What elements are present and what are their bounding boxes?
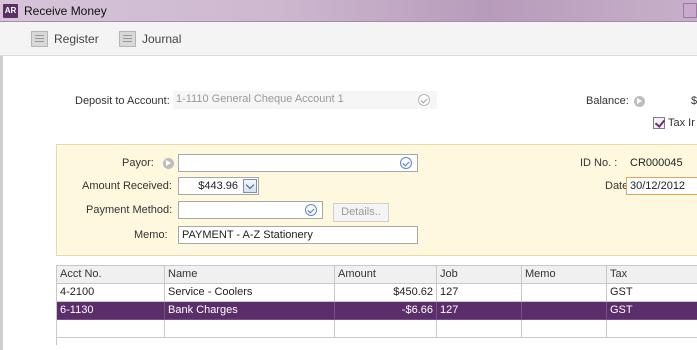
payment-method-dropdown-icon[interactable] (305, 204, 317, 216)
deposit-account-field[interactable]: 1-1110 General Cheque Account 1 (173, 91, 437, 109)
column-header-job[interactable]: Job (437, 266, 522, 284)
date-field[interactable]: 30/12/2012 (626, 177, 697, 195)
payment-method-label: Payment Method: (86, 204, 173, 216)
deposit-account-value: 1-1110 General Cheque Account 1 (176, 93, 344, 105)
cell-amount[interactable]: $450.62 (335, 284, 437, 302)
journal-button[interactable]: Journal (119, 31, 181, 47)
cell-memo[interactable] (522, 320, 607, 338)
toolbar: Register Journal (0, 22, 697, 56)
amount-received-label: Amount Received: (82, 180, 172, 192)
balance-label: Balance: (586, 95, 629, 107)
window-left-edge (0, 56, 3, 350)
register-label: Register (54, 32, 99, 46)
table-row-selected[interactable]: 6-1130 Bank Charges -$6.66 127 GST (57, 302, 697, 320)
table-header-row: Acct No. Name Amount Job Memo Tax (57, 266, 697, 284)
cell-job[interactable]: 127 (437, 302, 522, 320)
app-logo-icon: AR (3, 4, 18, 18)
cell-memo[interactable] (522, 302, 607, 320)
memo-label: Memo: (134, 229, 168, 241)
tax-inclusive-label: Tax Ir (668, 117, 695, 129)
register-icon (31, 31, 48, 47)
journal-label: Journal (142, 32, 182, 46)
amount-dropdown-button[interactable] (243, 179, 257, 193)
deposit-account-label: Deposit to Account: (75, 95, 170, 107)
cell-acct-no[interactable]: 4-2100 (57, 284, 165, 302)
payor-arrow-icon[interactable] (163, 158, 174, 169)
table-row[interactable] (57, 320, 697, 338)
cell-job[interactable]: 127 (437, 284, 522, 302)
cell-job[interactable] (437, 320, 522, 338)
balance-value: $ (691, 95, 697, 107)
cell-memo[interactable] (522, 284, 607, 302)
title-bar: AR Receive Money (0, 0, 697, 22)
id-number-field[interactable]: CR000045 (626, 154, 697, 172)
balance-arrow-icon[interactable] (634, 96, 645, 107)
register-button[interactable]: Register (31, 31, 99, 47)
memo-value: PAYMENT - A-Z Stationery (182, 229, 313, 241)
journal-icon (119, 31, 136, 47)
memo-field[interactable]: PAYMENT - A-Z Stationery (178, 226, 418, 244)
cell-tax[interactable]: GST (607, 302, 697, 320)
payor-field[interactable] (178, 154, 418, 172)
cell-tax[interactable] (607, 320, 697, 338)
table-row[interactable]: 4-2100 Service - Coolers $450.62 127 GST (57, 284, 697, 302)
cell-amount[interactable]: -$6.66 (335, 302, 437, 320)
window-title: Receive Money (24, 4, 107, 18)
column-header-name[interactable]: Name (165, 266, 335, 284)
payor-dropdown-icon[interactable] (400, 157, 412, 169)
date-value: 30/12/2012 (630, 180, 686, 192)
column-header-memo[interactable]: Memo (522, 266, 607, 284)
cell-acct-no[interactable]: 6-1130 (57, 302, 165, 320)
id-number-label: ID No. : (580, 157, 618, 169)
column-header-tax[interactable]: Tax (607, 266, 697, 284)
payment-method-field[interactable] (178, 201, 323, 219)
allocation-table: Acct No. Name Amount Job Memo Tax 4-2100… (56, 265, 697, 345)
window-control-button[interactable] (683, 3, 697, 18)
column-header-amount[interactable]: Amount (335, 266, 437, 284)
payor-label: Payor: (122, 157, 154, 169)
cell-acct-no[interactable] (57, 320, 165, 338)
cell-name[interactable] (165, 320, 335, 338)
id-number-value: CR000045 (630, 157, 683, 169)
amount-received-value: $443.96 (198, 180, 238, 192)
column-header-acct-no[interactable]: Acct No. (57, 266, 165, 284)
cell-amount[interactable] (335, 320, 437, 338)
tax-inclusive-checkbox[interactable] (653, 117, 665, 129)
cell-name[interactable]: Bank Charges (165, 302, 335, 320)
cell-tax[interactable]: GST (607, 284, 697, 302)
details-button[interactable]: Details.. (333, 203, 389, 222)
cell-name[interactable]: Service - Coolers (165, 284, 335, 302)
deposit-account-dropdown-icon[interactable] (418, 94, 430, 106)
